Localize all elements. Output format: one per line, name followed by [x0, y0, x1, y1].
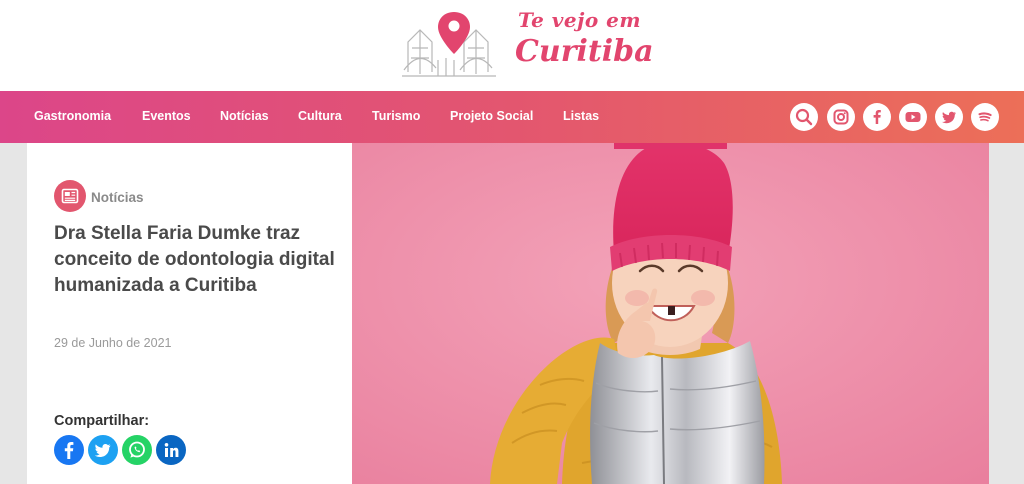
article-category[interactable]: Notícias	[91, 190, 144, 205]
main-nav: Gastronomia Eventos Notícias Cultura Tur…	[0, 91, 1024, 143]
hero-image	[352, 143, 989, 484]
twitter-icon[interactable]	[935, 103, 963, 131]
nav-item-gastronomia[interactable]: Gastronomia	[34, 109, 111, 123]
nav-item-noticias[interactable]: Notícias	[220, 109, 269, 123]
nav-item-eventos[interactable]: Eventos	[142, 109, 191, 123]
article-title: Dra Stella Faria Dumke traz conceito de …	[54, 223, 335, 296]
linkedin-icon	[164, 443, 179, 457]
nav-item-turismo[interactable]: Turismo	[372, 109, 420, 123]
newspaper-icon	[54, 180, 86, 212]
spotify-icon[interactable]	[971, 103, 999, 131]
nav-item-projeto-social[interactable]: Projeto Social	[450, 109, 533, 123]
share-twitter-button[interactable]	[88, 435, 118, 465]
logo-line-2: Curitiba	[515, 34, 654, 69]
share-facebook-button[interactable]	[54, 435, 84, 465]
facebook-icon	[64, 442, 74, 459]
pin-city-skyline-icon	[402, 12, 496, 77]
article-date: 29 de Junho de 2021	[54, 336, 172, 350]
smiling-girl-photo	[352, 143, 989, 484]
search-icon[interactable]	[790, 103, 818, 131]
youtube-icon[interactable]	[899, 103, 927, 131]
nav-item-cultura[interactable]: Cultura	[298, 109, 342, 123]
twitter-icon	[94, 444, 111, 457]
share-whatsapp-button[interactable]	[122, 435, 152, 465]
article-info-card: Notícias Dra Stella Faria Dumke traz con…	[27, 143, 352, 484]
site-header: Te vejo em Curitiba	[0, 0, 1024, 91]
facebook-icon[interactable]	[863, 103, 891, 131]
whatsapp-icon	[129, 441, 145, 458]
share-label: Compartilhar:	[54, 413, 150, 429]
share-linkedin-button[interactable]	[156, 435, 186, 465]
logo-line-1: Te vejo em	[518, 8, 642, 32]
nav-item-listas[interactable]: Listas	[563, 109, 599, 123]
instagram-icon[interactable]	[827, 103, 855, 131]
